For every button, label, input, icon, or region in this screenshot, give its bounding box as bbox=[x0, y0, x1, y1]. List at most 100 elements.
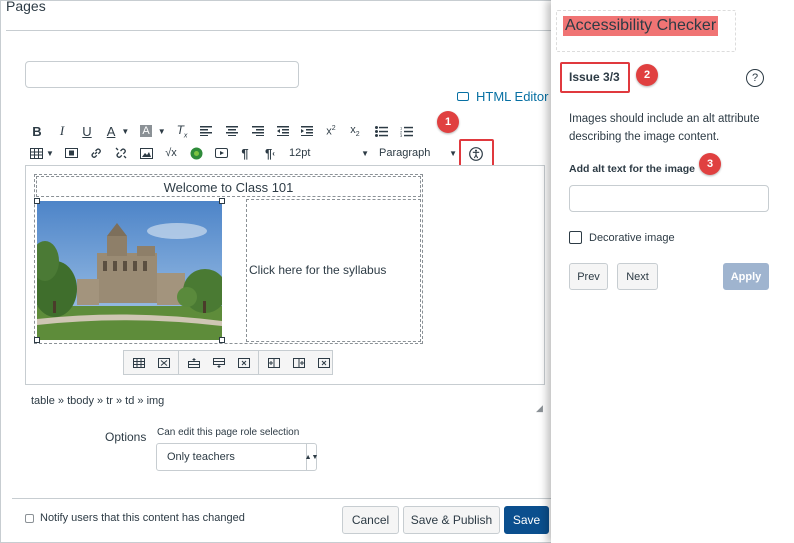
rtl-arrow-icon: ‹ bbox=[272, 148, 275, 158]
callout-badge-3: 3 bbox=[699, 153, 721, 175]
bullet-list-icon bbox=[374, 125, 388, 137]
clear-formatting-icon: Tx bbox=[176, 122, 188, 140]
resize-grip-icon[interactable]: ◢ bbox=[536, 403, 543, 414]
chevron-down-icon: ▼ bbox=[157, 126, 166, 136]
underline-button[interactable]: U bbox=[80, 122, 94, 140]
resize-handle[interactable] bbox=[219, 198, 225, 204]
delete-table-icon bbox=[157, 357, 170, 368]
numbered-list-icon: 123 bbox=[400, 126, 413, 137]
keyboard-icon bbox=[457, 92, 469, 101]
delete-table-button[interactable] bbox=[151, 351, 176, 374]
insert-column-after-icon bbox=[292, 357, 305, 368]
text-color-button[interactable]: A ▼ bbox=[104, 122, 132, 140]
media-record-button[interactable] bbox=[213, 144, 229, 162]
delete-column-icon bbox=[317, 357, 330, 368]
subscript-button[interactable]: x2 bbox=[347, 122, 363, 140]
align-center-icon bbox=[226, 126, 238, 136]
unlink-icon bbox=[115, 147, 127, 159]
paragraph-rtl-icon: ¶ bbox=[265, 145, 273, 161]
bold-button[interactable]: B bbox=[30, 122, 44, 140]
notify-checkbox[interactable] bbox=[25, 513, 34, 523]
next-button[interactable]: Next bbox=[617, 263, 658, 290]
decorative-checkbox[interactable] bbox=[569, 231, 582, 244]
table-button[interactable]: ▼ bbox=[30, 144, 54, 162]
subscript-icon: x2 bbox=[350, 123, 360, 139]
table-icon bbox=[132, 357, 145, 368]
insert-row-before-button[interactable] bbox=[181, 351, 206, 374]
unlink-button[interactable] bbox=[113, 144, 129, 162]
align-left-button[interactable] bbox=[198, 122, 214, 140]
background-color-icon: A bbox=[140, 125, 152, 137]
resize-handle[interactable] bbox=[34, 198, 40, 204]
insert-column-before-icon bbox=[267, 357, 280, 368]
numbered-list-button[interactable]: 123 bbox=[398, 122, 414, 140]
insert-column-before-button[interactable] bbox=[261, 351, 286, 374]
notify-label: Notify users that this content has chang… bbox=[40, 512, 245, 524]
paragraph-ltr-icon: ¶ bbox=[241, 145, 249, 161]
clear-formatting-button[interactable]: Tx bbox=[175, 122, 189, 140]
apps-button[interactable] bbox=[188, 144, 204, 162]
callout-badge-1: 1 bbox=[437, 111, 459, 133]
page-title-input[interactable] bbox=[25, 61, 299, 88]
accessibility-checker-button[interactable] bbox=[467, 145, 485, 163]
help-icon[interactable]: ? bbox=[746, 69, 764, 87]
notify-users-option[interactable]: Notify users that this content has chang… bbox=[25, 512, 245, 524]
role-selection-label: Can edit this page role selection bbox=[157, 427, 300, 438]
table-icon bbox=[30, 147, 44, 159]
syllabus-link-text[interactable]: Click here for the syllabus bbox=[249, 263, 386, 277]
math-equation-button[interactable]: √x bbox=[162, 144, 180, 162]
ltr-button[interactable]: ¶ bbox=[237, 144, 253, 162]
chevron-down-icon: ▼ bbox=[361, 148, 369, 158]
insert-row-after-button[interactable] bbox=[206, 351, 231, 374]
font-size-select[interactable]: 12pt ▼ bbox=[289, 144, 369, 162]
save-button[interactable]: Save bbox=[504, 506, 549, 534]
decorative-label: Decorative image bbox=[589, 231, 675, 244]
image-button[interactable] bbox=[138, 144, 154, 162]
indent-button[interactable] bbox=[299, 122, 315, 140]
decorative-image-option[interactable]: Decorative image bbox=[569, 231, 675, 244]
campus-photo[interactable] bbox=[37, 201, 222, 340]
resize-handle[interactable] bbox=[219, 337, 225, 343]
block-format-select[interactable]: Paragraph ▼ bbox=[379, 144, 457, 162]
media-button[interactable] bbox=[63, 144, 79, 162]
checker-title: Accessibility Checker bbox=[563, 16, 719, 36]
math-equation-icon: √x bbox=[165, 147, 177, 159]
table-heading-cell[interactable]: Welcome to Class 101 bbox=[36, 176, 421, 197]
superscript-button[interactable]: x2 bbox=[323, 122, 339, 140]
alt-text-label: Add alt text for the image bbox=[569, 163, 696, 175]
chevron-down-icon: ▼ bbox=[121, 126, 130, 136]
delete-row-button[interactable] bbox=[231, 351, 256, 374]
block-format-value: Paragraph bbox=[379, 147, 431, 159]
delete-column-button[interactable] bbox=[311, 351, 336, 374]
apply-button[interactable]: Apply bbox=[723, 263, 769, 290]
prev-button[interactable]: Prev bbox=[569, 263, 608, 290]
resize-handle[interactable] bbox=[34, 337, 40, 343]
select-arrows-icon: ▲▼ bbox=[305, 444, 318, 470]
footer-divider bbox=[12, 498, 551, 499]
bullet-list-button[interactable] bbox=[373, 122, 389, 140]
insert-row-after-icon bbox=[212, 357, 225, 368]
outdent-button[interactable] bbox=[275, 122, 291, 140]
align-right-button[interactable] bbox=[250, 122, 266, 140]
apps-icon bbox=[190, 147, 202, 159]
align-center-button[interactable] bbox=[224, 122, 240, 140]
indent-icon bbox=[301, 126, 313, 136]
align-left-icon bbox=[200, 126, 212, 136]
page-title: Pages bbox=[6, 0, 46, 14]
html-editor-label: HTML Editor bbox=[476, 89, 549, 104]
title-divider bbox=[6, 30, 551, 31]
table-properties-button[interactable] bbox=[126, 351, 151, 374]
rtl-button[interactable]: ¶ ‹ bbox=[262, 144, 278, 162]
insert-row-before-icon bbox=[187, 357, 200, 368]
font-size-value: 12pt bbox=[289, 147, 311, 159]
insert-column-after-button[interactable] bbox=[286, 351, 311, 374]
campus-photo-graphic bbox=[37, 201, 222, 340]
html-editor-link[interactable]: HTML Editor bbox=[457, 89, 548, 104]
background-color-button[interactable]: A ▼ bbox=[139, 122, 167, 140]
link-button[interactable] bbox=[88, 144, 104, 162]
cancel-button[interactable]: Cancel bbox=[342, 506, 399, 534]
alt-text-input[interactable] bbox=[569, 185, 769, 212]
save-publish-button[interactable]: Save & Publish bbox=[403, 506, 500, 534]
role-select[interactable]: Only teachers ▲▼ bbox=[156, 443, 318, 471]
italic-button[interactable]: I bbox=[56, 122, 68, 140]
